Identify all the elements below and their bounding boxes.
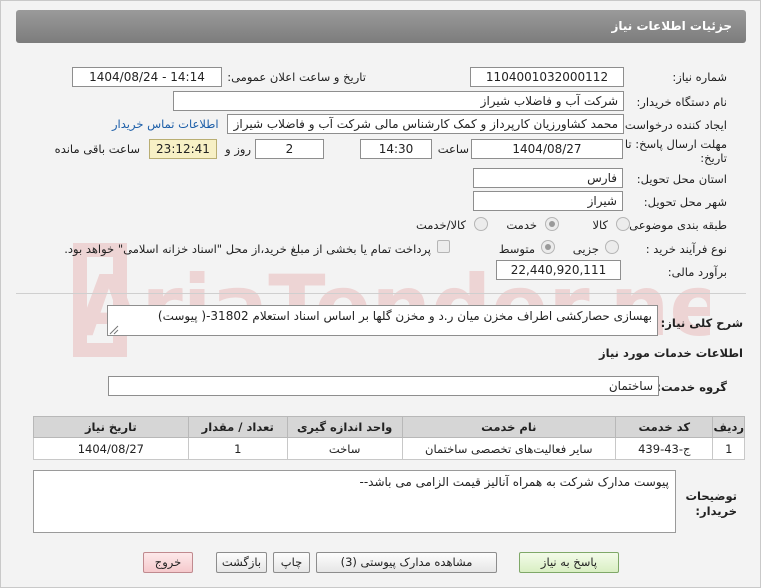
estimate-label: برآورد مالی:: [667, 265, 727, 279]
table-row: 1 ج-43-439 سایر فعالیت‌های تخصصی ساختمان…: [33, 437, 745, 460]
announce-field: 1404/08/24 - 14:14: [72, 67, 222, 87]
section-divider: [16, 293, 746, 294]
estimate-field: 22,440,920,111: [496, 260, 621, 280]
city-field: شیراز: [473, 191, 623, 211]
cell-code: ج-43-439: [615, 437, 714, 460]
treasury-payment-checkbox[interactable]: [437, 240, 450, 253]
buyer-org-field: شرکت آب و فاضلاب شیراز: [173, 91, 624, 111]
col-name: نام خدمت: [401, 416, 617, 438]
days-label: روز و: [225, 142, 251, 156]
deadline-date-label: تاریخ:: [700, 151, 727, 165]
creator-label: ایجاد کننده درخواست:: [621, 118, 727, 132]
service-group-field: ساختمان: [108, 376, 659, 396]
description-text: بهسازی حصارکشی اطراف مخزن میان ر.د و مخز…: [157, 309, 652, 323]
days-field: 2: [255, 139, 324, 159]
print-button[interactable]: چاپ: [273, 552, 310, 573]
page-header: جزئیات اطلاعات نیاز: [16, 10, 746, 43]
treasury-payment-note: پرداخت تمام یا بخشی از مبلغ خرید،از محل …: [64, 242, 431, 256]
col-code: کد خدمت: [615, 416, 714, 438]
city-label: شهر محل تحویل:: [643, 195, 727, 209]
deadline-date-field: 1404/08/27: [471, 139, 623, 159]
page-title: جزئیات اطلاعات نیاز: [611, 19, 732, 33]
col-row: ردیف: [712, 416, 745, 438]
notes-field: پیوست مدارک شرکت به همراه آنالیز قیمت ال…: [33, 470, 676, 533]
province-field: فارس: [473, 168, 623, 188]
process-label: نوع فرآیند خرید :: [645, 242, 727, 256]
buyer-org-label: نام دستگاه خریدار:: [636, 95, 727, 109]
category-service-label: خدمت: [506, 218, 537, 232]
remaining-label: ساعت باقی مانده: [54, 142, 140, 156]
province-label: استان محل تحویل:: [636, 172, 727, 186]
process-medium-label: متوسط: [498, 242, 535, 256]
deadline-label: مهلت ارسال پاسخ: تا: [624, 137, 727, 151]
category-goods-radio[interactable]: [616, 217, 630, 231]
service-group-label: گروه خدمت:: [656, 380, 727, 394]
announce-label: تاریخ و ساعت اعلان عمومی:: [227, 70, 366, 84]
col-qty: تعداد / مقدار: [187, 416, 288, 438]
cell-date: 1404/08/27: [33, 437, 189, 460]
reply-button[interactable]: پاسخ به نیاز: [519, 552, 619, 573]
cell-qty: 1: [187, 437, 288, 460]
category-goods-label: کالا: [592, 218, 608, 232]
cell-unit: ساخت: [286, 437, 403, 460]
description-label: شرح کلی نیاز:: [660, 316, 743, 330]
cell-name: سایر فعالیت‌های تخصصی ساختمان: [401, 437, 617, 460]
cell-row: 1: [712, 437, 745, 460]
deadline-time-field: 14:30: [360, 139, 432, 159]
category-label: طبقه بندی موضوعی:: [625, 218, 727, 232]
category-service-radio[interactable]: [545, 217, 559, 231]
process-minor-label: جزیی: [572, 242, 599, 256]
category-both-radio[interactable]: [474, 217, 488, 231]
creator-field: محمد کشاورزیان کارپرداز و کمک کارشناس ما…: [227, 114, 624, 134]
back-button[interactable]: بازگشت: [216, 552, 267, 573]
description-field: بهسازی حصارکشی اطراف مخزن میان ر.د و مخز…: [107, 305, 658, 336]
notes-label-2: خریدار:: [695, 504, 737, 518]
table-header-row: ردیف کد خدمت نام خدمت واحد اندازه گیری ت…: [33, 416, 745, 438]
process-medium-radio[interactable]: [541, 240, 555, 254]
notes-text: پیوست مدارک شرکت به همراه آنالیز قیمت ال…: [359, 475, 670, 489]
notes-label: توضیحات: [685, 489, 738, 503]
remaining-time-field: 23:12:41: [149, 139, 217, 159]
col-date: تاریخ نیاز: [33, 416, 189, 438]
need-number-label: شماره نیاز:: [672, 70, 727, 84]
contact-info-link[interactable]: اطلاعات تماس خریدار: [112, 117, 219, 131]
services-section-title: اطلاعات خدمات مورد نیاز: [599, 346, 743, 360]
resize-handle-icon[interactable]: [109, 325, 119, 335]
deadline-time-label: ساعت: [437, 142, 469, 156]
services-table: ردیف کد خدمت نام خدمت واحد اندازه گیری ت…: [33, 416, 745, 460]
need-number-field: 1104001032000112: [470, 67, 624, 87]
col-unit: واحد اندازه گیری: [286, 416, 403, 438]
attachments-button[interactable]: مشاهده مدارک پیوستی (3): [316, 552, 497, 573]
category-both-label: کالا/خدمت: [415, 218, 466, 232]
process-minor-radio[interactable]: [605, 240, 619, 254]
exit-button[interactable]: خروج: [143, 552, 193, 573]
